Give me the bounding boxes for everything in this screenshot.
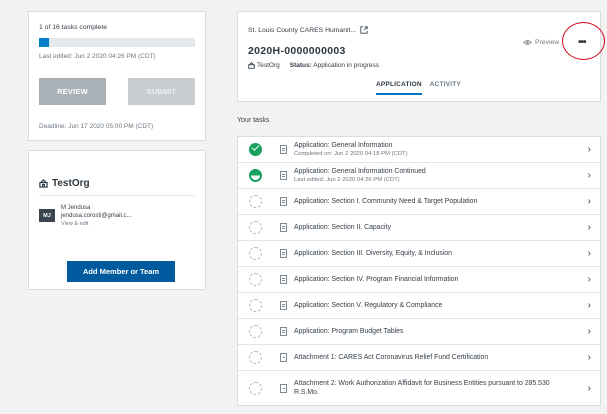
chevron-right-icon: › [587,144,591,155]
program-name: St. Louis County CARES Humanit... [248,26,357,34]
chevron-right-icon: › [587,326,591,337]
task-title: Application: Section IV. Program Financi… [294,276,459,283]
complete-check-icon [249,143,262,156]
not-started-icon [249,325,262,338]
in-progress-icon [249,169,262,182]
document-icon [280,301,287,310]
document-icon [280,249,287,258]
progress-bar-fill [39,38,49,47]
task-row[interactable]: Application: Section I. Community Need &… [238,189,600,215]
task-row[interactable]: Attachment 2: Work Authorization Affidav… [238,371,600,405]
task-subtitle: Last edited: Jun 2 2020 04:26 PM (CDT) [294,176,400,183]
document-icon [280,223,287,232]
preview-link[interactable]: Preview [523,39,559,46]
chevron-right-icon: › [587,300,591,311]
application-id: 2020H-0000000003 [248,45,346,57]
add-member-button[interactable]: Add Member or Team [67,261,175,282]
task-title: Attachment 2: Work Authorization Affidav… [294,380,550,396]
chevron-right-icon: › [587,170,591,181]
org-title: TestOrg [39,178,90,189]
tab-bar: APPLICATION ACTIVITY [376,81,461,95]
task-title: Application: Section I. Community Need &… [294,198,478,205]
member-row[interactable]: MJ M Jendusa jendusa.corosti@gmail.c... … [39,204,131,228]
progress-bar [39,38,195,47]
task-title: Application: Section III. Diversity, Equ… [294,250,452,257]
status-label: Status: [289,62,312,69]
chevron-right-icon: › [587,248,591,259]
annotation-circle [562,22,605,60]
task-list: Application: General Information Complet… [237,136,601,406]
task-row[interactable]: Application: General Information Complet… [238,137,600,163]
avatar: MJ [39,209,55,222]
attachment-icon [280,383,287,393]
tab-application[interactable]: APPLICATION [376,81,422,95]
chevron-right-icon: › [587,382,591,394]
attachment-icon [280,353,287,362]
deadline: Deadline: Jun 17 2020 05:00 PM (CDT) [39,123,154,130]
task-title: Application: General Information [294,141,393,149]
task-row[interactable]: Application: Section II. Capacity › [238,215,600,241]
tasks-heading: Your tasks [237,117,270,124]
chevron-right-icon: › [587,352,591,363]
progress-card: 1 of 16 tasks complete Last edited: Jun … [28,11,206,141]
not-started-icon [249,299,262,312]
task-title: Application: Section II. Capacity [294,224,391,231]
member-edit-link[interactable]: View & edit [61,220,131,228]
preview-label: Preview [535,39,560,46]
org-card: TestOrg MJ M Jendusa jendusa.corosti@gma… [28,150,206,290]
document-icon [280,197,287,206]
org-icon [39,179,48,188]
task-title: Attachment 1: CARES Act Coronavirus Reli… [294,354,489,361]
external-link-icon [360,26,368,34]
task-title: Application: General Information Continu… [294,167,426,175]
task-subtitle: Completed on: Jun 2 2020 04:18 PM (CDT) [294,150,408,157]
member-name: M Jendusa [61,205,91,211]
divider [39,195,195,196]
task-row[interactable]: Application: Section IV. Program Financi… [238,267,600,293]
org-name: TestOrg [52,178,90,189]
chevron-right-icon: › [587,274,591,285]
task-row[interactable]: Application: Section III. Diversity, Equ… [238,241,600,267]
chevron-right-icon: › [587,196,591,207]
task-row[interactable]: Attachment 1: CARES Act Coronavirus Reli… [238,345,600,371]
not-started-icon [249,221,262,234]
document-icon [280,327,287,336]
document-icon [280,145,287,154]
not-started-icon [249,273,262,286]
task-title: Application: Section V. Regulatory & Com… [294,302,443,309]
task-title: Application: Program Budget Tables [294,328,404,335]
meta-org-name: TestOrg [257,62,280,69]
eye-icon [523,40,532,45]
last-edited: Last edited: Jun 2 2020 04:26 PM (CDT) [39,53,156,60]
org-icon [248,62,255,69]
status-value: Application in progress [313,62,380,69]
not-started-icon [249,351,262,364]
application-meta: TestOrg Status: Application in progress [248,62,379,69]
review-button[interactable]: REVIEW [39,78,106,105]
application-header: St. Louis County CARES Humanit... Previe… [237,11,605,102]
not-started-icon [249,195,262,208]
not-started-icon [249,247,262,260]
submit-button[interactable]: SUBMIT [128,78,195,105]
document-icon [280,171,287,180]
task-row[interactable]: Application: Program Budget Tables › [238,319,600,345]
tab-activity[interactable]: ACTIVITY [430,81,461,95]
chevron-right-icon: › [587,222,591,233]
program-name-link[interactable]: St. Louis County CARES Humanit... [248,26,368,34]
progress-summary: 1 of 16 tasks complete [39,24,108,31]
task-row[interactable]: Application: Section V. Regulatory & Com… [238,293,600,319]
document-icon [280,275,287,284]
member-email: jendusa.corosti@gmail.c... [61,213,132,219]
not-started-icon [249,381,262,395]
task-row[interactable]: Application: General Information Continu… [238,163,600,189]
